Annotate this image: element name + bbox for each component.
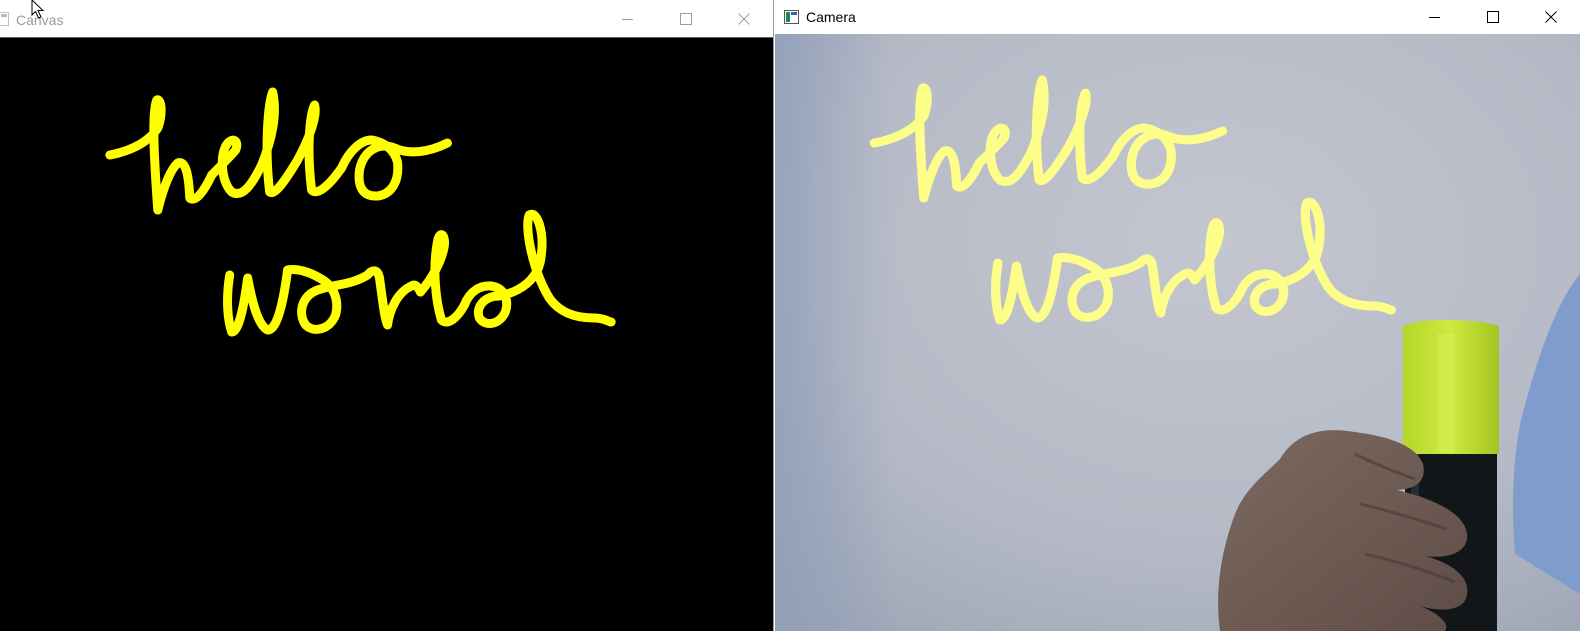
- mouse-pointer-icon: [31, 0, 45, 19]
- camera-window[interactable]: Camera: [775, 0, 1580, 631]
- canvas-window-controls: [599, 0, 773, 37]
- canvas-close-button[interactable]: [715, 0, 773, 37]
- camera-minimize-button[interactable]: [1406, 0, 1464, 34]
- camera-feed: [775, 34, 1580, 631]
- close-icon: [738, 12, 750, 25]
- maximize-icon: [680, 12, 692, 25]
- minimize-icon: [622, 18, 633, 20]
- camera-titlebar[interactable]: Camera: [775, 0, 1580, 34]
- canvas-window[interactable]: Canvas: [0, 0, 774, 631]
- canvas-titlebar[interactable]: Canvas: [0, 0, 773, 38]
- handwritten-hello-world-drawing: [0, 38, 773, 631]
- maximize-icon: [1487, 11, 1499, 23]
- camera-maximize-button[interactable]: [1464, 0, 1522, 34]
- app-icon: [784, 10, 799, 24]
- canvas-maximize-button[interactable]: [657, 0, 715, 37]
- app-icon: [0, 11, 9, 26]
- minimize-icon: [1429, 17, 1440, 18]
- camera-frame: [775, 34, 1580, 631]
- camera-window-controls: [1406, 0, 1580, 34]
- camera-close-button[interactable]: [1522, 0, 1580, 34]
- close-icon: [1545, 11, 1557, 23]
- camera-window-title: Camera: [806, 9, 856, 25]
- canvas-drawing-area[interactable]: [0, 38, 773, 631]
- desktop: Canvas Camera: [0, 0, 1580, 631]
- canvas-minimize-button[interactable]: [599, 0, 657, 37]
